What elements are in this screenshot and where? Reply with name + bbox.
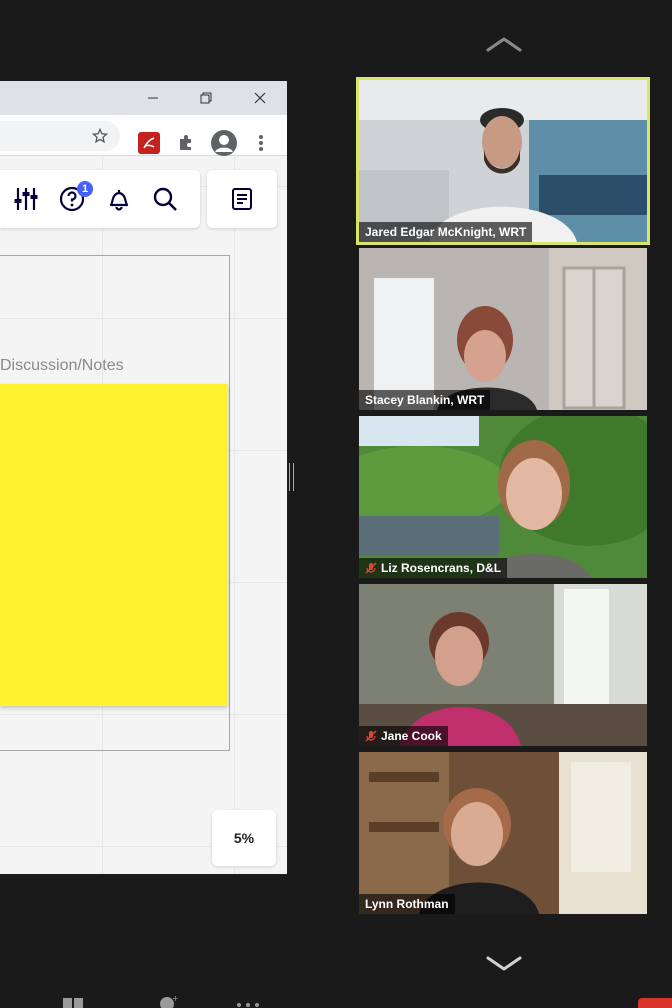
chevron-up-icon[interactable] <box>484 34 524 54</box>
muted-mic-icon <box>365 730 377 742</box>
restore-button[interactable] <box>187 81 225 115</box>
participant-name: Jane Cook <box>381 729 442 743</box>
chevron-down-icon[interactable] <box>484 954 524 974</box>
minimize-icon <box>148 97 158 99</box>
star-icon[interactable] <box>92 128 108 144</box>
url-field[interactable] <box>0 121 120 151</box>
kebab-menu-icon[interactable] <box>256 133 266 153</box>
meeting-controls-bar: + <box>0 992 672 1008</box>
video-tile-2[interactable]: Stacey Blankin, WRT <box>359 248 647 410</box>
end-meeting-button[interactable] <box>638 998 672 1008</box>
close-window-button[interactable] <box>241 81 279 115</box>
search-icon[interactable] <box>152 186 178 212</box>
video-tile-3[interactable]: Liz Rosencrans, D&L <box>359 416 647 578</box>
participant-video <box>359 584 647 746</box>
svg-text:+: + <box>172 995 179 1003</box>
notes-icon <box>232 188 252 210</box>
resize-handle[interactable] <box>289 463 294 491</box>
frame-label: Discussion/Notes <box>0 357 124 374</box>
restore-icon <box>200 92 212 104</box>
zoom-level[interactable]: 5% <box>212 810 276 866</box>
video-tile-4[interactable]: Jane Cook <box>359 584 647 746</box>
notes-button[interactable] <box>207 170 277 228</box>
video-tile-5[interactable]: Lynn Rothman <box>359 752 647 914</box>
browser-titlebar <box>0 81 287 115</box>
participant-video <box>359 416 647 578</box>
participant-video <box>359 248 647 410</box>
participant-name: Lynn Rothman <box>365 897 449 911</box>
puzzle-extension-icon[interactable] <box>176 133 196 153</box>
sliders-icon[interactable] <box>13 186 39 212</box>
participant-name-tag: Jared Edgar McKnight, WRT <box>359 222 533 242</box>
help-notification-badge: 1 <box>77 181 93 197</box>
sticky-note[interactable] <box>0 384 228 706</box>
participant-video <box>359 80 647 242</box>
bell-icon[interactable] <box>106 186 132 212</box>
participant-name: Stacey Blankin, WRT <box>365 393 485 407</box>
participant-name-tag: Lynn Rothman <box>359 894 455 914</box>
pdf-extension-icon[interactable] <box>138 132 160 154</box>
shared-browser-window: 1 Discussion/Notes 5% <box>0 81 287 874</box>
participant-name-tag: Stacey Blankin, WRT <box>359 390 491 410</box>
video-tile-1[interactable]: Jared Edgar McKnight, WRT <box>356 77 650 245</box>
participant-video <box>359 752 647 914</box>
muted-mic-icon <box>365 562 377 574</box>
board-toolbar <box>0 170 200 228</box>
minimize-button[interactable] <box>134 81 172 115</box>
participant-name: Liz Rosencrans, D&L <box>381 561 502 575</box>
gallery-view-icon[interactable] <box>62 997 84 1008</box>
close-icon <box>254 92 266 104</box>
participant-name-tag: Liz Rosencrans, D&L <box>359 558 508 578</box>
participant-name: Jared Edgar McKnight, WRT <box>365 225 527 239</box>
participant-name-tag: Jane Cook <box>359 726 448 746</box>
profile-icon[interactable] <box>210 129 238 157</box>
more-options-icon[interactable] <box>236 1002 260 1008</box>
participants-icon[interactable]: + <box>158 995 180 1008</box>
